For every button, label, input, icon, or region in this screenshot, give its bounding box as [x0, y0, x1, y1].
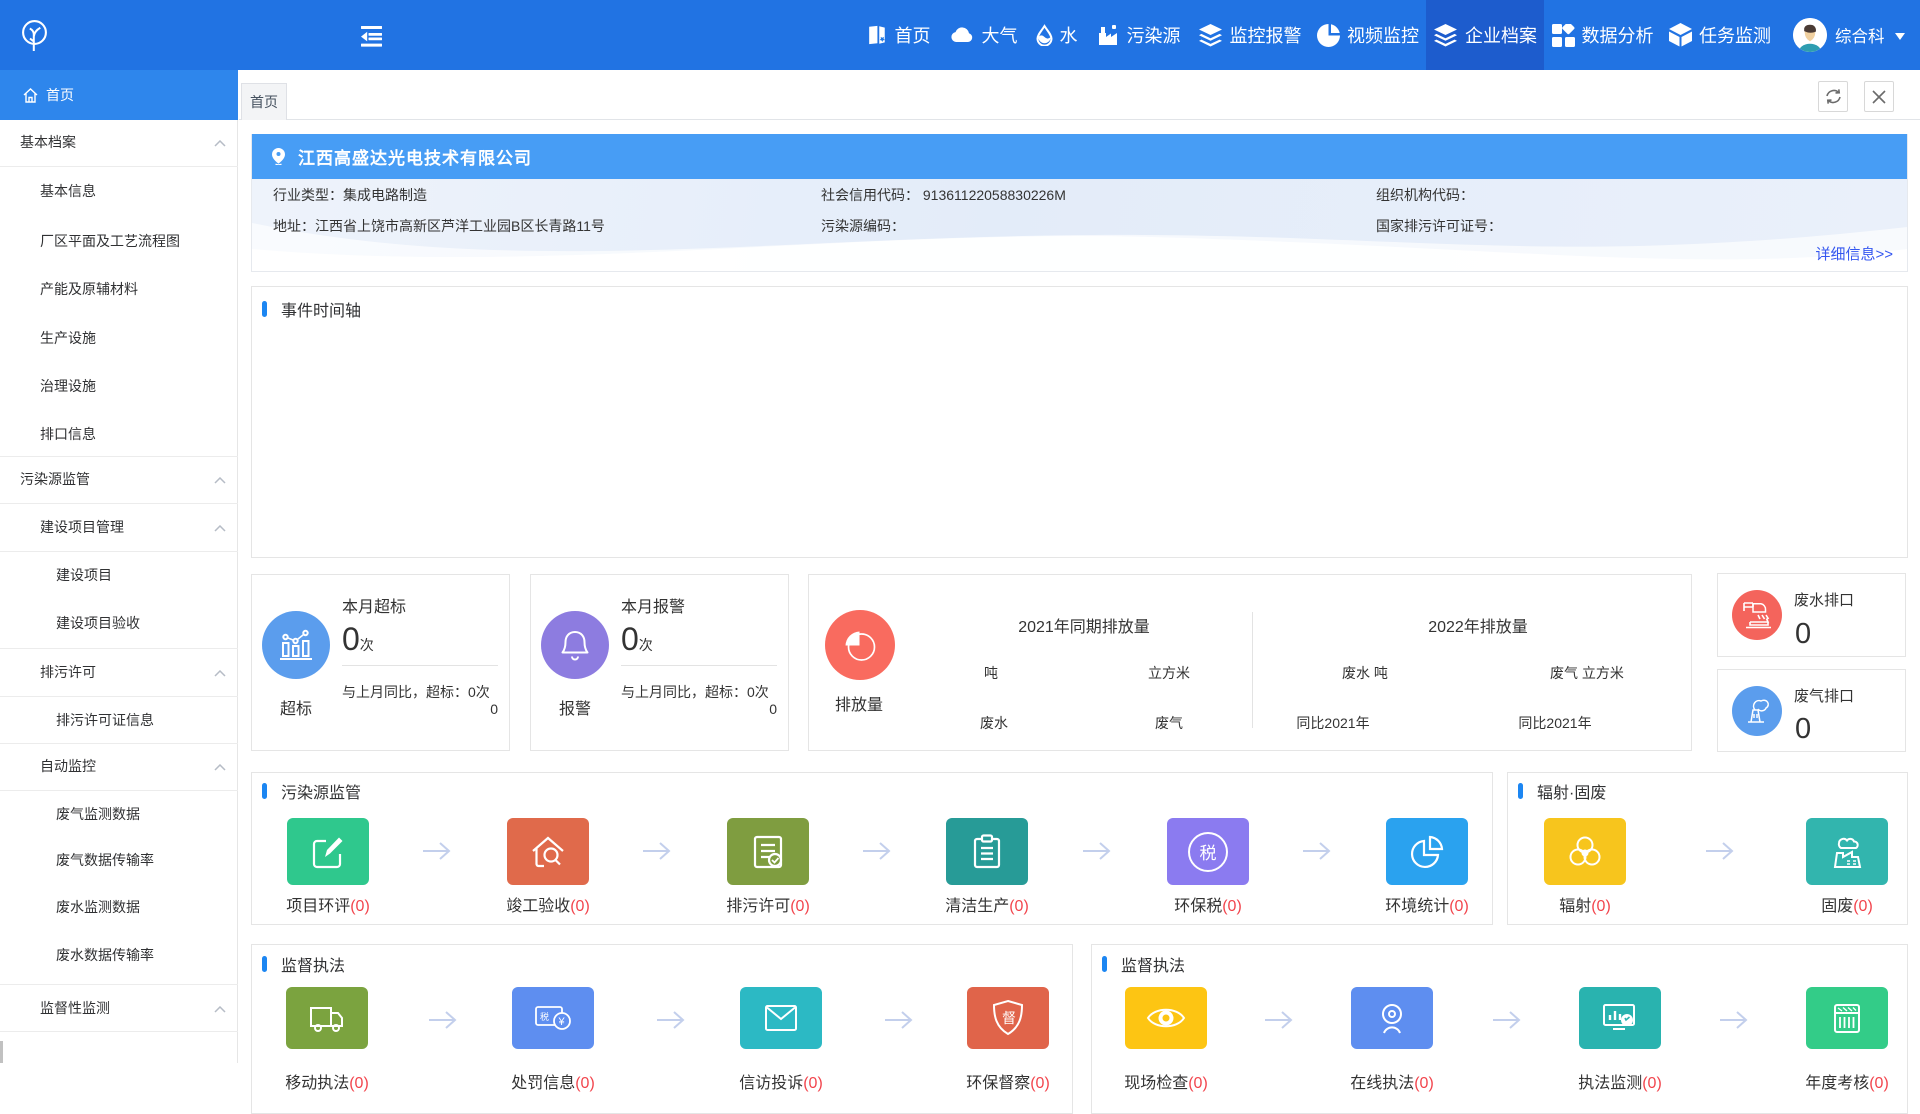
- svg-text:税: 税: [540, 1011, 549, 1022]
- svg-text:¥: ¥: [558, 1016, 566, 1028]
- svg-text:督: 督: [1002, 1010, 1016, 1026]
